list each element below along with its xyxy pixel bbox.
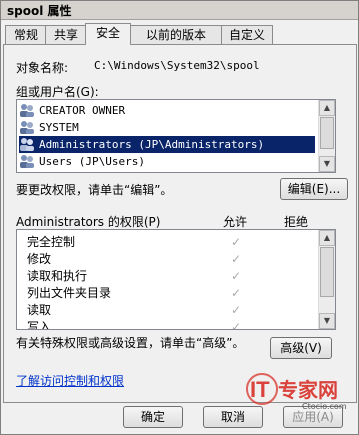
check-icon: ✓ <box>231 320 242 330</box>
allow-header: 允许 <box>223 215 248 229</box>
users-icon <box>19 103 35 117</box>
check-icon: ✓ <box>231 303 242 317</box>
properties-window: spool 属性 常规 共享 安全 以前的版本 自定义 对象名称: C:\Win… <box>0 0 359 435</box>
list-item[interactable]: Users (JP\Users) <box>19 153 315 170</box>
permissions-list: 完全控制 修改 读取和执行 列出文件夹目录 读取 写入 ✓ ✓ ✓ ✓ ✓ ✓ … <box>16 229 336 330</box>
tab-previous-versions[interactable]: 以前的版本 <box>129 25 223 44</box>
users-icon <box>19 137 35 151</box>
scroll-down-icon[interactable]: ▼ <box>319 156 335 172</box>
permission-row: 读取 <box>27 302 51 319</box>
permission-row: 写入 <box>27 319 52 330</box>
check-icon: ✓ <box>231 286 242 300</box>
list-item[interactable]: CREATOR OWNER <box>19 102 315 119</box>
check-icon: ✓ <box>231 269 242 283</box>
window-title: spool 属性 <box>7 4 72 18</box>
permissions-scrollbar[interactable]: ▲ ▼ <box>318 230 335 329</box>
users-icon <box>19 154 35 168</box>
title-bar[interactable]: spool 属性 <box>1 1 358 20</box>
groups-scrollbar[interactable]: ▲ ▼ <box>318 100 335 172</box>
tab-security[interactable]: 安全 <box>85 23 131 45</box>
scroll-up-icon[interactable]: ▲ <box>319 230 335 246</box>
permission-row: 修改 <box>27 251 51 268</box>
group-name: SYSTEM <box>39 121 79 134</box>
list-item-selected[interactable]: Administrators (JP\Administrators) <box>19 136 315 153</box>
tab-sharing[interactable]: 共享 <box>45 25 87 44</box>
tab-bar: 常规 共享 安全 以前的版本 自定义 <box>3 23 357 45</box>
groups-listbox[interactable]: CREATOR OWNER SYSTEM Administrators (JP\… <box>16 99 336 173</box>
edit-button[interactable]: 编辑(E)... <box>280 178 348 200</box>
scroll-down-icon[interactable]: ▼ <box>319 313 335 329</box>
permission-label: 完全控制 <box>27 235 76 249</box>
change-permissions-text: 要更改权限，请单击“编辑”。 <box>16 183 173 197</box>
svg-text:Ctocio.com: Ctocio.com <box>302 402 347 411</box>
check-icon: ✓ <box>231 252 242 266</box>
permission-label: 修改 <box>27 252 52 266</box>
tab-customize[interactable]: 自定义 <box>221 25 273 44</box>
watermark-logo-icon: IT 专家网 Ctocio.com <box>246 373 347 411</box>
permissions-title: Administrators 的权限(P) <box>16 215 161 229</box>
ok-button[interactable]: 确定 <box>123 406 183 428</box>
users-icon <box>19 120 35 134</box>
advanced-button[interactable]: 高级(V) <box>270 337 332 359</box>
permission-label: 读取和执行 <box>27 269 88 283</box>
permission-label: 读取 <box>27 303 52 317</box>
group-name: Users (JP\Users) <box>39 155 145 168</box>
learn-access-control-link[interactable]: 了解访问控制和权限 <box>16 372 124 389</box>
object-name-label: 对象名称: <box>16 61 69 75</box>
permission-row: 列出文件夹目录 <box>27 285 111 302</box>
object-path: C:\Windows\System32\spool <box>94 59 260 72</box>
svg-text:专家网: 专家网 <box>278 378 338 402</box>
permission-label: 列出文件夹目录 <box>27 286 112 300</box>
tab-general[interactable]: 常规 <box>5 25 47 44</box>
permission-row: 读取和执行 <box>27 268 87 285</box>
check-icon: ✓ <box>231 235 242 249</box>
scroll-up-icon[interactable]: ▲ <box>319 100 335 116</box>
permission-row: 完全控制 <box>27 234 75 251</box>
svg-text:IT: IT <box>250 377 270 402</box>
scroll-thumb[interactable] <box>320 117 334 149</box>
scroll-thumb[interactable] <box>320 247 334 297</box>
permission-label: 写入 <box>27 320 52 330</box>
group-name: Administrators (JP\Administrators) <box>39 138 265 151</box>
group-name: CREATOR OWNER <box>39 104 126 117</box>
advanced-settings-text: 有关特殊权限或高级设置，请单击“高级”。 <box>16 336 245 350</box>
watermark-logo: IT 专家网 Ctocio.com <box>240 369 350 411</box>
security-panel: 对象名称: C:\Windows\System32\spool 组或用户名(G)… <box>3 44 357 403</box>
deny-header: 拒绝 <box>284 215 309 229</box>
groups-label: 组或用户名(G): <box>16 85 99 99</box>
list-item[interactable]: SYSTEM <box>19 119 315 136</box>
